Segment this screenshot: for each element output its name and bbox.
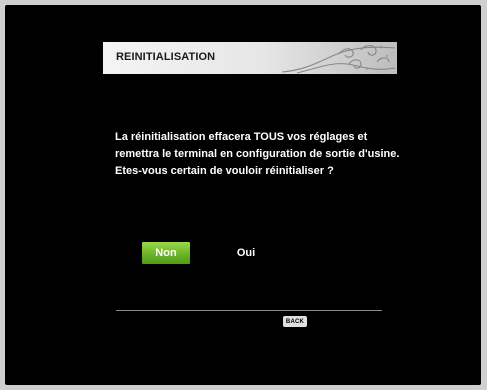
no-button[interactable]: Non <box>142 242 190 264</box>
footer-divider <box>116 310 382 311</box>
tv-bezel: REINITIALISATION La réinitialisation eff… <box>0 0 487 390</box>
swirl-ornament-icon <box>281 44 396 74</box>
message-line-3: Etes-vous certain de vouloir réinitialis… <box>115 165 334 177</box>
yes-button[interactable]: Oui <box>230 242 262 264</box>
message-line-2: remettra le terminal en configuration de… <box>115 148 400 160</box>
dialog-message: La réinitialisation effacera TOUS vos ré… <box>115 129 445 180</box>
message-line-1: La réinitialisation effacera TOUS vos ré… <box>115 131 368 143</box>
dialog-title-bar: REINITIALISATION <box>103 42 397 74</box>
dialog-title: REINITIALISATION <box>116 51 216 63</box>
back-key-hint[interactable]: BACK <box>283 316 307 327</box>
